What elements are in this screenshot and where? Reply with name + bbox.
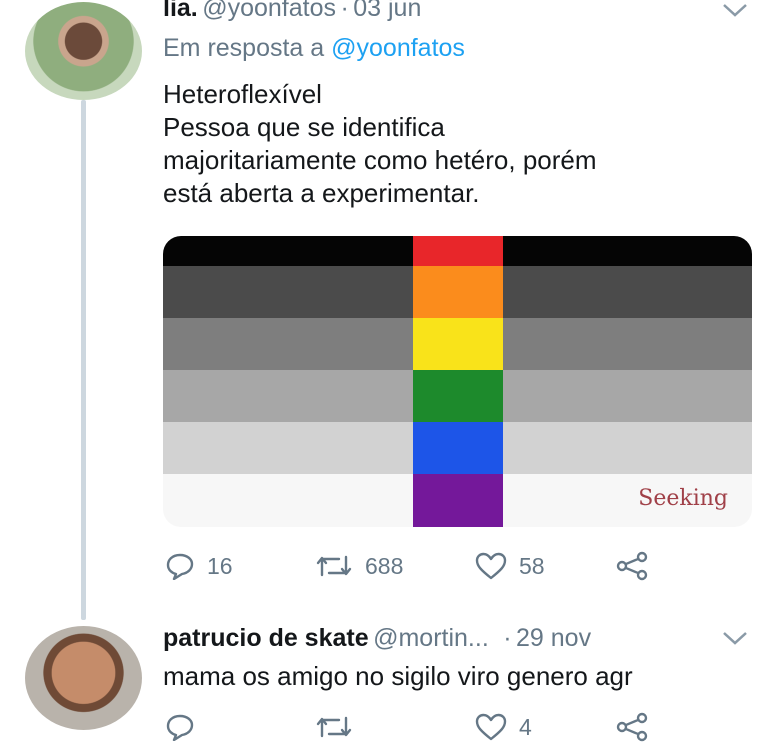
tweet-line: majoritariamente como hetéro, porém xyxy=(163,145,597,175)
author-name[interactable]: lia. xyxy=(163,0,198,22)
rainbow-stripe xyxy=(413,236,503,266)
avatar-lia[interactable] xyxy=(25,2,142,100)
retweet-button[interactable] xyxy=(315,714,475,740)
heart-icon xyxy=(475,713,507,741)
tweet-date[interactable]: 03 jun xyxy=(353,0,421,22)
share-icon xyxy=(616,551,648,581)
tweet1-header: lia. @yoonfatos · 03 jun xyxy=(163,0,421,23)
tweet1-actions: 16 688 58 xyxy=(165,551,649,581)
tweet2-header: patrucio de skate @mortin... · 29 nov xyxy=(163,624,591,653)
rainbow-stripe xyxy=(413,318,503,370)
like-count: 4 xyxy=(519,713,532,740)
chevron-down-icon[interactable] xyxy=(722,2,748,18)
retweet-count: 688 xyxy=(365,552,404,579)
share-button[interactable] xyxy=(615,551,649,581)
author-name[interactable]: patrucio de skate xyxy=(163,624,369,652)
retweet-icon xyxy=(316,716,352,738)
heart-icon xyxy=(475,552,507,580)
separator-dot: · xyxy=(340,0,349,22)
like-count: 58 xyxy=(519,552,545,579)
author-handle[interactable]: @mortin... xyxy=(373,624,489,652)
tweet2-actions: 4 xyxy=(165,712,649,742)
tweet-date[interactable]: 29 nov xyxy=(516,624,591,652)
tweet2-text: mama os amigo no sigilo viro genero agr xyxy=(163,661,633,691)
reply-context: Em resposta a @yoonfatos xyxy=(163,34,465,63)
retweet-icon xyxy=(316,555,352,577)
separator-dot: · xyxy=(503,624,512,652)
image-watermark: Seeking xyxy=(638,486,728,511)
reply-icon xyxy=(166,714,194,741)
share-icon xyxy=(616,712,648,742)
rainbow-stripe xyxy=(413,422,503,474)
rainbow-stripe xyxy=(413,370,503,422)
reply-button[interactable]: 16 xyxy=(165,552,315,580)
like-button[interactable]: 4 xyxy=(475,713,615,741)
reply-icon xyxy=(166,553,194,580)
retweet-button[interactable]: 688 xyxy=(315,553,475,580)
tweet-line: Pessoa que se identifica xyxy=(163,112,445,142)
reply-button[interactable] xyxy=(165,713,315,741)
share-button[interactable] xyxy=(615,712,649,742)
like-button[interactable]: 58 xyxy=(475,552,615,580)
tweet-line: Heteroflexível xyxy=(163,79,322,109)
tweet-line: está aberta a experimentar. xyxy=(163,178,480,208)
reply-count: 16 xyxy=(207,552,233,579)
tweet1-text: Heteroflexível Pessoa que se identifica … xyxy=(163,78,597,210)
rainbow-stripe xyxy=(413,474,503,527)
thread-line xyxy=(81,100,86,620)
rainbow-stripe xyxy=(413,266,503,318)
reply-prefix: Em resposta a xyxy=(163,34,325,62)
reply-handle-link[interactable]: @yoonfatos xyxy=(331,34,465,62)
tweet-image-flag[interactable]: Seeking xyxy=(163,236,752,527)
avatar-patrucio[interactable] xyxy=(25,626,142,730)
chevron-down-icon[interactable] xyxy=(722,630,748,646)
author-handle[interactable]: @yoonfatos xyxy=(202,0,336,22)
